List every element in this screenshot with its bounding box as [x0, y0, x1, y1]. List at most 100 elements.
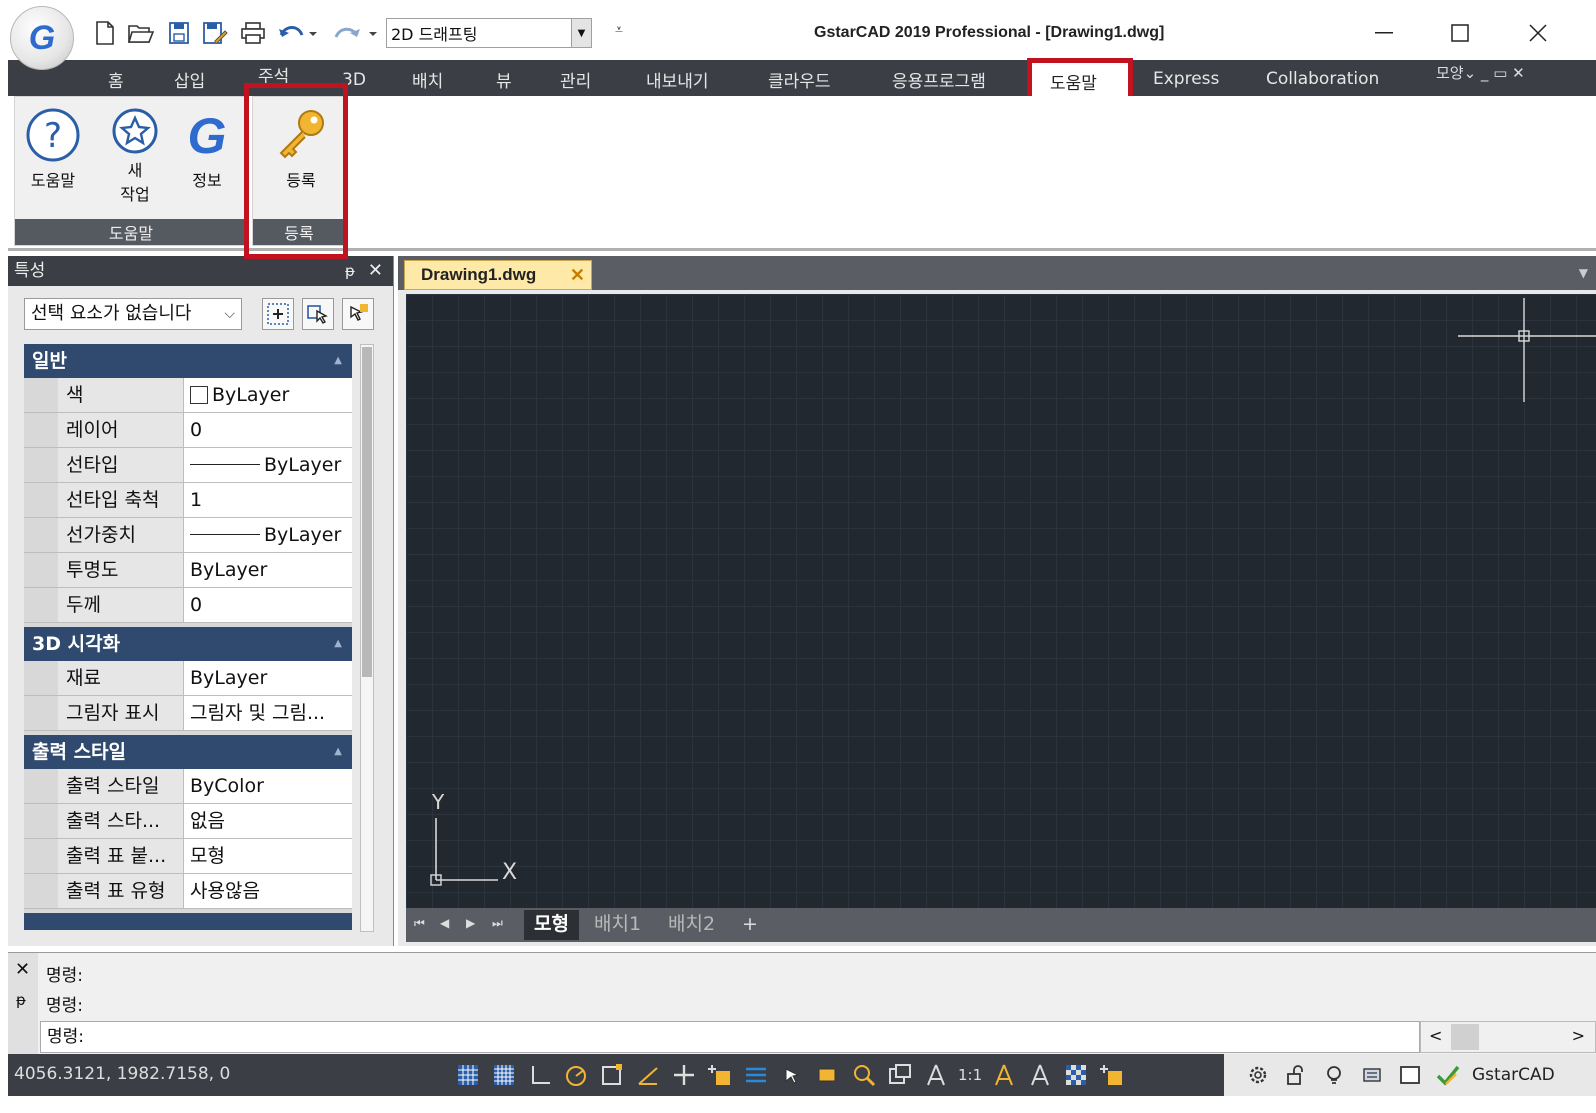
dynamic-input-icon[interactable]: [706, 1061, 734, 1089]
section-3d-visualization[interactable]: 3D 시각화 ▲: [24, 627, 352, 661]
section-plot-style[interactable]: 출력 스타일 ▲: [24, 735, 352, 769]
next-layout-icon[interactable]: ▶: [466, 916, 475, 930]
grid-icon[interactable]: [454, 1061, 482, 1089]
tab-insert[interactable]: 삽입: [174, 67, 205, 92]
new-file-icon[interactable]: [92, 20, 118, 46]
otrack-icon[interactable]: [634, 1061, 662, 1089]
quick-properties-icon[interactable]: [1098, 1061, 1126, 1089]
collapse-icon[interactable]: ▲: [334, 344, 342, 378]
chevron-down-icon[interactable]: ▼: [571, 19, 591, 47]
property-row-plot-style-table[interactable]: 출력 스타... 없음: [24, 804, 352, 839]
collapse-icon[interactable]: ▲: [334, 735, 342, 769]
chevron-down-icon[interactable]: ▼: [1579, 266, 1588, 280]
property-row-linetype[interactable]: 선타입 ByLayer: [24, 448, 352, 483]
checkmark-icon[interactable]: [1434, 1061, 1462, 1089]
undo-icon[interactable]: [278, 20, 318, 46]
command-input[interactable]: 명령:: [40, 1021, 1420, 1053]
select-objects-button[interactable]: [302, 298, 334, 330]
viewport-icon[interactable]: [886, 1061, 914, 1089]
property-row-plot-table-attached[interactable]: 출력 표 붙... 모형: [24, 839, 352, 874]
zoom-icon[interactable]: [850, 1061, 878, 1089]
quick-select-button[interactable]: [262, 298, 294, 330]
property-row-transparency[interactable]: 투명도 ByLayer: [24, 553, 352, 588]
lineweight-icon[interactable]: [742, 1061, 770, 1089]
scrollbar-thumb[interactable]: [362, 347, 372, 677]
layout-tab-1[interactable]: 배치1: [584, 910, 651, 940]
document-tab[interactable]: Drawing1.dwg ✕: [404, 260, 592, 290]
snap-icon[interactable]: [490, 1061, 518, 1089]
osnap-icon[interactable]: [598, 1061, 626, 1089]
lock-icon[interactable]: [1282, 1061, 1310, 1089]
close-window-button[interactable]: [1518, 18, 1558, 48]
annotation-scale-icon[interactable]: [922, 1061, 950, 1089]
annotation-monitor-icon[interactable]: [814, 1061, 842, 1089]
property-row-layer[interactable]: 레이어 0: [24, 413, 352, 448]
property-row-lineweight[interactable]: 선가중치 ByLayer: [24, 518, 352, 553]
maximize-button[interactable]: [1440, 18, 1480, 48]
toggle-pickadd-button[interactable]: [342, 298, 374, 330]
hardware-acceleration-icon[interactable]: [1358, 1061, 1386, 1089]
info-button[interactable]: G 정보: [175, 107, 239, 191]
pin-icon[interactable]: ᵽ: [345, 256, 355, 286]
register-button[interactable]: 등록: [269, 107, 333, 191]
close-icon[interactable]: ✕: [15, 959, 30, 980]
save-icon[interactable]: [166, 20, 192, 46]
print-icon[interactable]: [240, 20, 266, 46]
annotation-visibility-icon[interactable]: [990, 1061, 1018, 1089]
command-scrollbar[interactable]: < >: [1420, 1021, 1596, 1053]
prev-layout-icon[interactable]: ◀: [440, 916, 449, 930]
redo-icon[interactable]: [332, 20, 378, 46]
tab-home[interactable]: 홈: [108, 67, 124, 92]
tab-layout[interactable]: 배치: [412, 67, 443, 92]
property-row-material[interactable]: 재료 ByLayer: [24, 661, 352, 696]
property-row-linetype-scale[interactable]: 선타입 축척 1: [24, 483, 352, 518]
selection-cycling-icon[interactable]: [778, 1061, 806, 1089]
tab-manage[interactable]: 관리: [560, 67, 591, 92]
pin-icon[interactable]: ᵽ: [16, 991, 26, 1009]
command-line-handle[interactable]: ✕ ᵽ: [8, 953, 38, 1055]
first-layout-icon[interactable]: ⏮: [414, 916, 425, 931]
tab-cloud[interactable]: 클라우드: [768, 67, 831, 92]
section-general[interactable]: 일반 ▲: [24, 344, 352, 378]
properties-scrollbar[interactable]: [360, 344, 374, 932]
ribbon-display-controls[interactable]: 모양⌄ _ ▭ ✕: [1436, 62, 1525, 83]
close-icon[interactable]: ✕: [368, 256, 383, 286]
property-row-color[interactable]: 색 ByLayer: [24, 378, 352, 413]
workspace-select[interactable]: 2D 드래프팅 ▼: [386, 18, 592, 48]
drawing-canvas[interactable]: Y X: [406, 294, 1596, 908]
property-row-plot-table-type[interactable]: 출력 표 유형 사용않음: [24, 874, 352, 909]
property-row-thickness[interactable]: 두께 0: [24, 588, 352, 623]
app-logo[interactable]: G: [10, 6, 74, 70]
auto-scale-icon[interactable]: [1026, 1061, 1054, 1089]
help-button[interactable]: ? 도움말: [21, 107, 85, 191]
property-row-plot-style[interactable]: 출력 스타일 ByColor: [24, 769, 352, 804]
selection-dropdown[interactable]: 선택 요소가 없습니다 ⌵: [24, 298, 242, 330]
layout-tab-model[interactable]: 모형: [524, 910, 579, 940]
minimize-button[interactable]: [1364, 18, 1404, 48]
new-work-button[interactable]: 새 작업: [103, 107, 167, 205]
add-layout-button[interactable]: +: [732, 910, 768, 940]
lightbulb-icon[interactable]: [1320, 1061, 1348, 1089]
ortho-icon[interactable]: [526, 1061, 554, 1089]
property-row-shadow[interactable]: 그림자 표시 그림자 및 그림...: [24, 696, 352, 731]
tab-export[interactable]: 내보내기: [646, 67, 709, 92]
tab-annotate[interactable]: 주석: [258, 62, 289, 87]
dynamic-ucs-icon[interactable]: [670, 1061, 698, 1089]
annotation-scale-value[interactable]: 1:1: [958, 1066, 982, 1084]
collapse-icon[interactable]: ▲: [334, 627, 342, 661]
gear-icon[interactable]: [1244, 1061, 1272, 1089]
customize-quick-access-icon[interactable]: ⩡: [615, 22, 623, 38]
polar-icon[interactable]: [562, 1061, 590, 1089]
section-next[interactable]: [24, 913, 352, 930]
close-icon[interactable]: ✕: [570, 261, 585, 289]
clean-screen-icon[interactable]: [1396, 1061, 1424, 1089]
transparency-icon[interactable]: [1062, 1061, 1090, 1089]
scroll-right-icon[interactable]: >: [1572, 1026, 1585, 1045]
open-file-icon[interactable]: [128, 20, 154, 46]
tab-express[interactable]: Express: [1153, 69, 1219, 89]
scroll-left-icon[interactable]: <: [1429, 1026, 1442, 1045]
tab-apps[interactable]: 응용프로그램: [892, 67, 986, 92]
tab-3d[interactable]: 3D: [342, 70, 366, 90]
save-as-icon[interactable]: [202, 20, 228, 46]
layout-tab-2[interactable]: 배치2: [658, 910, 725, 940]
